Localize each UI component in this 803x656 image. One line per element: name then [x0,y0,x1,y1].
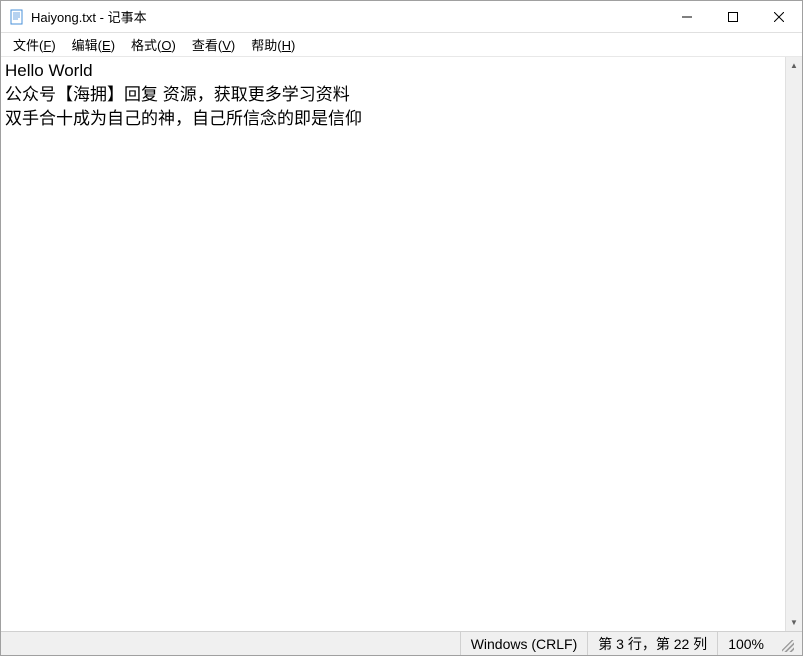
menu-edit[interactable]: 编辑(E) [64,33,123,56]
menubar: 文件(F) 编辑(E) 格式(O) 查看(V) 帮助(H) [1,33,802,57]
content-area: ▲ ▼ [1,57,802,631]
notepad-icon [9,9,25,25]
menu-file[interactable]: 文件(F) [5,33,64,56]
minimize-button[interactable] [664,1,710,32]
window-controls [664,1,802,32]
window-title: Haiyong.txt - 记事本 [31,7,664,26]
scroll-down-arrow-icon[interactable]: ▼ [786,614,802,631]
resize-grip-icon[interactable] [778,636,794,652]
status-encoding: Windows (CRLF) [460,632,588,655]
scroll-up-arrow-icon[interactable]: ▲ [786,57,802,74]
status-cursor-position: 第 3 行，第 22 列 [587,632,717,655]
menu-format[interactable]: 格式(O) [123,33,184,56]
text-editor[interactable] [1,57,785,631]
menu-view[interactable]: 查看(V) [184,33,243,56]
close-button[interactable] [756,1,802,32]
maximize-icon [728,12,738,22]
maximize-button[interactable] [710,1,756,32]
minimize-icon [682,12,692,22]
titlebar: Haiyong.txt - 记事本 [1,1,802,33]
menu-help[interactable]: 帮助(H) [243,33,303,56]
notepad-window: Haiyong.txt - 记事本 文件(F) 编辑(E) [0,0,803,656]
statusbar: Windows (CRLF) 第 3 行，第 22 列 100% [1,631,802,655]
vertical-scrollbar[interactable]: ▲ ▼ [785,57,802,631]
status-zoom: 100% [717,632,774,655]
close-icon [774,12,784,22]
